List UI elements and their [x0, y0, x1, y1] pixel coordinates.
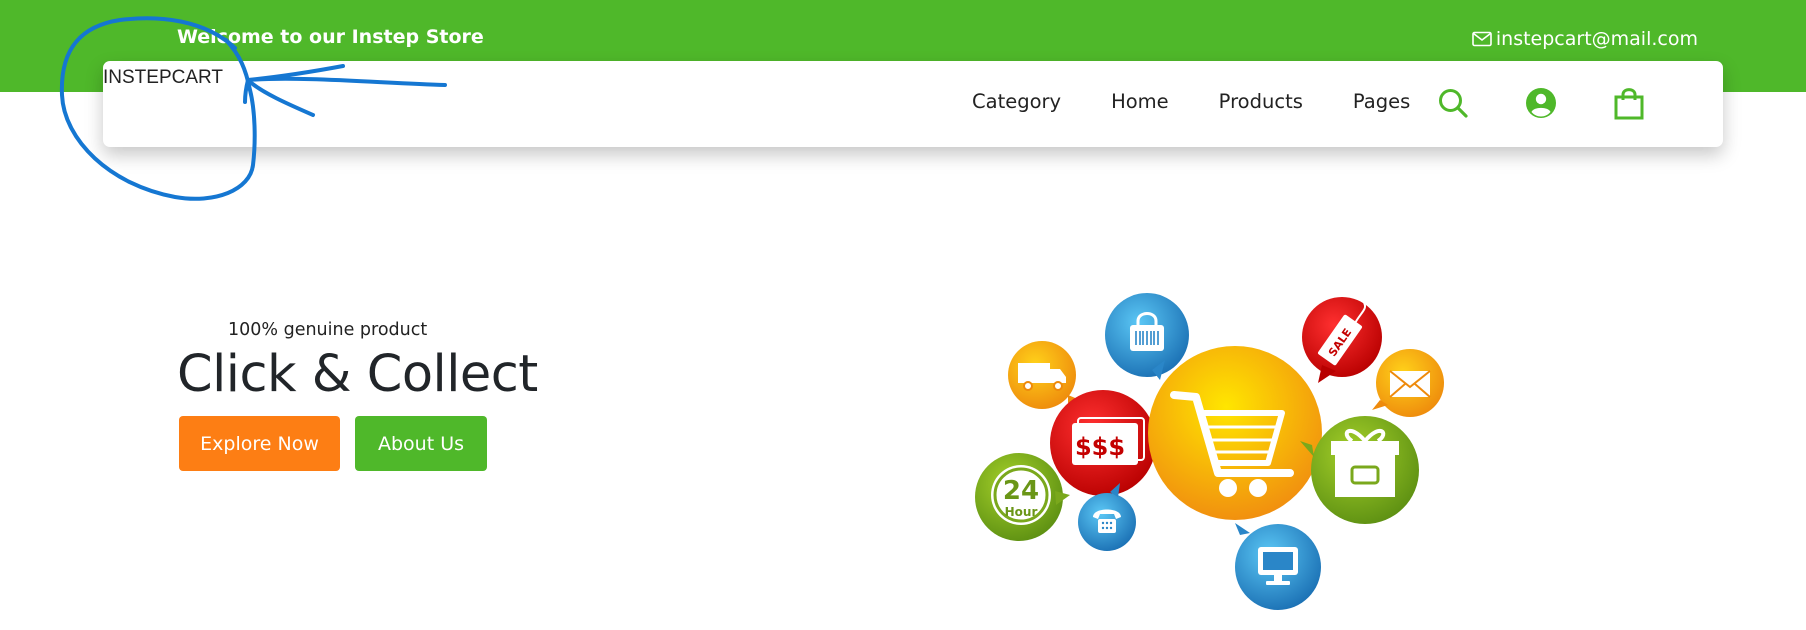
email-link[interactable]: instepcart@mail.com	[1472, 28, 1698, 50]
computer-bubble-icon	[1235, 523, 1321, 610]
hero-tagline: 100% genuine product	[228, 320, 428, 340]
email-address[interactable]: instepcart@mail.com	[1496, 28, 1698, 50]
nav-menu: Category Home Products Pages	[972, 90, 1460, 113]
hours-number: 24	[1003, 476, 1039, 506]
envelope-icon	[1472, 31, 1492, 47]
mail-bubble-icon	[1372, 349, 1444, 417]
nav-icons	[1436, 86, 1700, 120]
search-icon	[1439, 89, 1468, 118]
account-button[interactable]	[1524, 86, 1558, 120]
brand-logo[interactable]: INSTEPCART	[103, 67, 223, 89]
cart-button[interactable]	[1612, 86, 1646, 120]
nav-item-home[interactable]: Home	[1111, 90, 1169, 113]
money-bubble-icon: $$$	[1050, 390, 1156, 496]
welcome-text: Welcome to our Instep Store	[177, 26, 484, 48]
nav-item-products[interactable]: Products	[1219, 90, 1303, 113]
nav-item-category[interactable]: Category	[972, 90, 1061, 113]
sale-tag-bubble-icon: SALE	[1302, 297, 1382, 383]
delivery-truck-bubble-icon	[1008, 341, 1080, 409]
nav-item-pages[interactable]: Pages	[1353, 90, 1410, 113]
shopping-bag-icon	[1614, 88, 1644, 120]
money-text: $$$	[1075, 433, 1125, 461]
about-us-button[interactable]: About Us	[355, 416, 487, 471]
explore-now-button[interactable]: Explore Now	[179, 416, 340, 471]
navbar: INSTEPCART Category Home Products Pages	[103, 61, 1723, 147]
shopping-bag-bubble-icon	[1105, 293, 1189, 380]
shopping-cart-bubble-icon	[1148, 346, 1322, 520]
hero-headline: Click & Collect	[177, 345, 538, 404]
search-button[interactable]	[1436, 86, 1470, 120]
hours-text: Hour	[1005, 505, 1038, 519]
ecommerce-illustration: SALE $$$ 24 Hour	[975, 293, 1444, 610]
page: Welcome to our Instep Store instepcart@m…	[0, 0, 1806, 630]
user-account-icon	[1526, 88, 1556, 118]
